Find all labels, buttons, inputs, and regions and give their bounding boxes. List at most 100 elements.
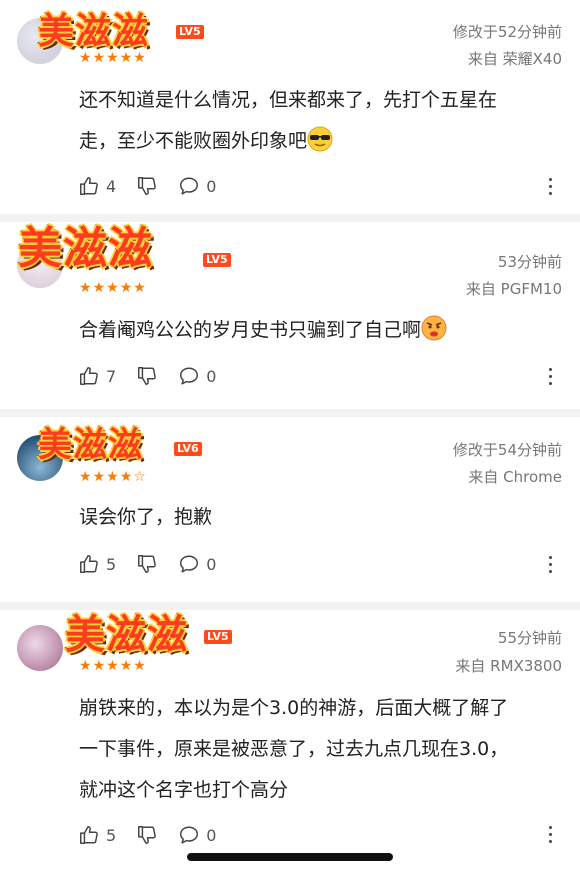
rating-stars: ★★★★★ — [79, 50, 147, 66]
reply-count: 0 — [206, 554, 217, 574]
comment-bubble-icon — [180, 555, 199, 573]
dislike-button[interactable] — [136, 824, 158, 846]
comment-bubble-icon — [180, 177, 199, 195]
star-empty-icon: ☆ — [133, 469, 147, 485]
star-icon: ★ — [119, 50, 134, 66]
comment-text: 误会你了，抱歉 — [79, 497, 559, 538]
reply-button[interactable]: 0 — [178, 553, 216, 575]
comment-text: 合着阉鸡公公的岁月史书只骗到了自己啊 — [79, 310, 559, 351]
comment-actions: 4 0 — [78, 173, 236, 199]
like-count: 5 — [106, 825, 117, 845]
rating-stars: ★★★★★ — [79, 658, 147, 674]
star-icon: ★ — [133, 658, 147, 674]
rating-stars: ★★★★☆ — [79, 469, 147, 485]
sunglasses-emoji — [307, 126, 333, 152]
comment-line: 崩铁来的，本以为是个3.0的神游，后面大概了解了 — [79, 697, 509, 719]
like-button[interactable]: 5 — [78, 824, 116, 846]
like-button[interactable]: 5 — [78, 553, 116, 575]
star-icon: ★ — [133, 50, 147, 66]
user-nickname[interactable]: 美滋滋 — [38, 2, 149, 54]
comment-line: 还不知道是什么情况，但来都来了，先打个五星在 — [79, 89, 498, 111]
comment-line: 就冲这个名字也打个高分 — [79, 779, 289, 801]
level-badge: LV6 — [174, 442, 202, 456]
thumb-down-icon — [138, 555, 157, 573]
post-source: 来自 荣耀X40 — [467, 50, 562, 68]
reply-count: 0 — [206, 176, 217, 196]
post-source: 来自 RMX3800 — [455, 657, 562, 675]
more-vertical-icon[interactable] — [549, 826, 553, 847]
user-nickname[interactable]: 美滋滋 — [18, 212, 153, 276]
like-count: 7 — [106, 366, 117, 386]
thumb-up-icon — [80, 177, 98, 195]
star-icon: ★ — [106, 50, 120, 66]
reply-count: 0 — [206, 366, 217, 386]
avatar[interactable] — [17, 625, 63, 671]
reply-button[interactable]: 0 — [178, 175, 216, 197]
star-icon: ★ — [92, 50, 107, 66]
comment-text: 还不知道是什么情况，但来都来了，先打个五星在 走，至少不能败圈外印象吧 — [79, 80, 559, 162]
thumb-down-icon — [138, 367, 157, 385]
home-indicator[interactable] — [187, 853, 393, 861]
star-icon: ★ — [92, 280, 107, 296]
star-icon: ★ — [133, 280, 147, 296]
post-time: 修改于54分钟前 — [452, 441, 562, 459]
comment-card: 美滋滋 LV5 ★★★★★ 53分钟前 来自 PGFM10 合着阉鸡公公的岁月史… — [0, 222, 580, 409]
dislike-button[interactable] — [136, 175, 158, 197]
comment-line: 合着阉鸡公公的岁月史书只骗到了自己啊 — [79, 310, 559, 351]
thumb-down-icon — [138, 826, 157, 844]
like-count: 5 — [106, 554, 117, 574]
star-icon: ★ — [119, 658, 134, 674]
user-nickname[interactable]: 美滋滋 — [65, 602, 188, 660]
comment-card: 美滋滋 LV5 ★★★★★ 修改于52分钟前 来自 荣耀X40 还不知道是什么情… — [0, 0, 580, 214]
comment-bubble-icon — [180, 367, 199, 385]
star-icon: ★ — [79, 50, 93, 66]
thumb-down-icon — [138, 177, 157, 195]
post-time: 55分钟前 — [497, 629, 562, 647]
star-icon: ★ — [106, 280, 120, 296]
comment-line: 误会你了，抱歉 — [79, 506, 213, 528]
comment-text: 崩铁来的，本以为是个3.0的神游，后面大概了解了 一下事件，原来是被恶意了，过去… — [79, 688, 559, 811]
more-vertical-icon[interactable] — [549, 368, 553, 389]
comment-card: 美滋滋 LV6 ★★★★☆ 修改于54分钟前 来自 Chrome 误会你了，抱歉… — [0, 417, 580, 602]
like-count: 4 — [106, 176, 117, 196]
reply-count: 0 — [206, 825, 217, 845]
star-icon: ★ — [92, 469, 107, 485]
star-icon: ★ — [119, 469, 134, 485]
like-button[interactable]: 4 — [78, 175, 116, 197]
star-icon: ★ — [79, 469, 93, 485]
star-icon: ★ — [106, 469, 120, 485]
comment-line: 走，至少不能败圈外印象吧 — [79, 121, 559, 162]
comment-actions: 7 0 — [78, 363, 236, 389]
comment-bubble-icon — [180, 826, 199, 844]
thumb-up-icon — [80, 367, 98, 385]
divider — [0, 409, 580, 417]
reply-button[interactable]: 0 — [178, 365, 216, 387]
like-button[interactable]: 7 — [78, 365, 116, 387]
star-icon: ★ — [106, 658, 120, 674]
star-icon: ★ — [92, 658, 107, 674]
thumb-up-icon — [80, 826, 98, 844]
more-vertical-icon[interactable] — [549, 178, 553, 199]
dislike-button[interactable] — [136, 365, 158, 387]
user-nickname[interactable]: 美滋滋 — [38, 417, 143, 466]
comment-actions: 5 0 — [78, 551, 236, 577]
rating-stars: ★★★★★ — [79, 280, 147, 296]
comment-line: 一下事件，原来是被恶意了，过去九点几现在3.0， — [79, 738, 509, 760]
comment-actions: 5 0 — [78, 822, 236, 848]
more-vertical-icon[interactable] — [549, 556, 553, 577]
dislike-button[interactable] — [136, 553, 158, 575]
post-source: 来自 PGFM10 — [465, 280, 562, 298]
angry-emoji — [421, 315, 447, 341]
level-badge: LV5 — [176, 25, 204, 39]
post-time: 53分钟前 — [497, 253, 562, 271]
star-icon: ★ — [119, 280, 134, 296]
level-badge: LV5 — [204, 630, 232, 644]
star-icon: ★ — [79, 658, 93, 674]
level-badge: LV5 — [203, 253, 231, 267]
comment-card: 美滋滋 LV5 ★★★★★ 55分钟前 来自 RMX3800 崩铁来的，本以为是… — [0, 610, 580, 874]
post-source: 来自 Chrome — [468, 468, 562, 486]
reply-button[interactable]: 0 — [178, 824, 216, 846]
thumb-up-icon — [80, 555, 98, 573]
star-icon: ★ — [79, 280, 93, 296]
post-time: 修改于52分钟前 — [452, 23, 562, 41]
